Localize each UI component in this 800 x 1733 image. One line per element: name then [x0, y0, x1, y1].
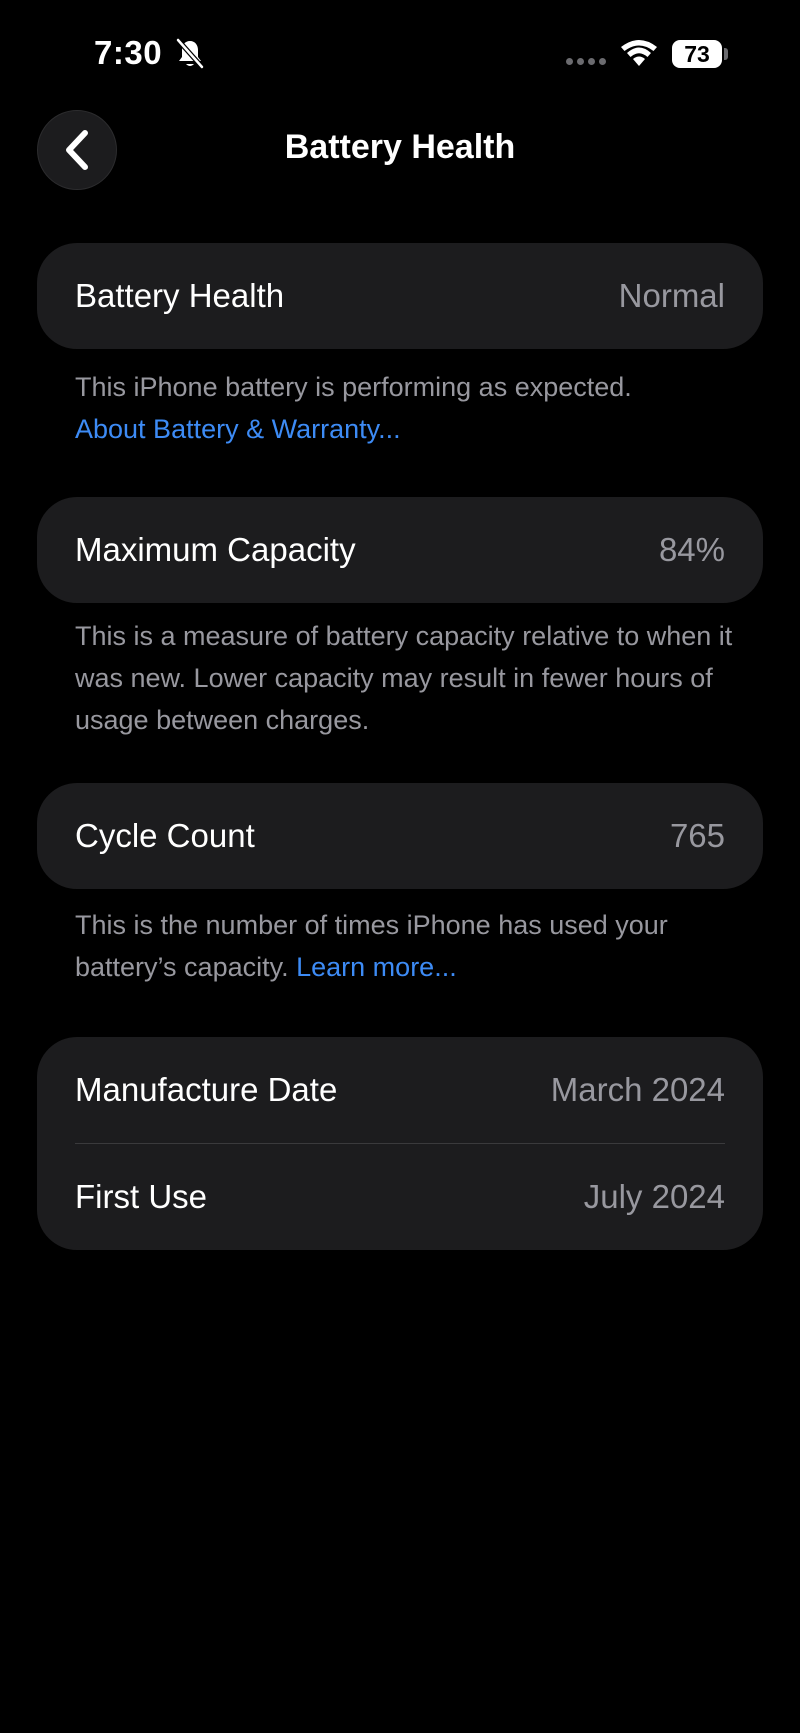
cellular-dots-icon — [566, 58, 606, 65]
bell-slash-icon — [176, 38, 204, 69]
maximum-capacity-value: 84% — [658, 531, 725, 568]
battery-health-card: Battery Health Normal — [37, 243, 763, 349]
maximum-capacity-card: Maximum Capacity 84% — [37, 497, 763, 603]
maximum-capacity-label: Maximum Capacity — [75, 531, 356, 568]
about-battery-warranty-link[interactable]: About Battery & Warranty... — [75, 408, 755, 450]
first-use-value: July 2024 — [583, 1178, 725, 1215]
status-time: 7:30 — [94, 34, 163, 71]
manufacture-date-label: Manufacture Date — [75, 1071, 338, 1108]
dates-card: Manufacture Date March 2024 First Use Ju… — [37, 1037, 763, 1250]
cycle-count-card: Cycle Count 765 — [37, 783, 763, 889]
battery-health-description: This iPhone battery is performing as exp… — [75, 372, 632, 402]
first-use-row: First Use July 2024 — [37, 1144, 763, 1250]
first-use-label: First Use — [75, 1178, 207, 1215]
cycle-count-label: Cycle Count — [75, 817, 255, 854]
manufacture-date-value: March 2024 — [550, 1071, 725, 1108]
battery-health-label: Battery Health — [75, 277, 285, 314]
learn-more-link[interactable]: Learn more... — [296, 952, 457, 982]
battery-health-footnote: This iPhone battery is performing as exp… — [75, 366, 755, 450]
battery-health-row: Battery Health Normal — [37, 243, 763, 349]
status-bar: 7:30 73 — [0, 0, 800, 108]
battery-icon: 73 — [672, 40, 722, 68]
cycle-count-row: Cycle Count 765 — [37, 783, 763, 889]
manufacture-date-row: Manufacture Date March 2024 — [37, 1037, 763, 1143]
cycle-count-value: 765 — [669, 817, 725, 854]
maximum-capacity-footnote: This is a measure of battery capacity re… — [75, 621, 733, 735]
battery-health-value: Normal — [618, 277, 725, 314]
maximum-capacity-row: Maximum Capacity 84% — [37, 497, 763, 603]
page-title: Battery Health — [284, 128, 516, 166]
cycle-count-footnote: This is the number of times iPhone has u… — [75, 904, 755, 988]
wifi-icon — [621, 40, 657, 66]
battery-tip — [724, 48, 728, 60]
